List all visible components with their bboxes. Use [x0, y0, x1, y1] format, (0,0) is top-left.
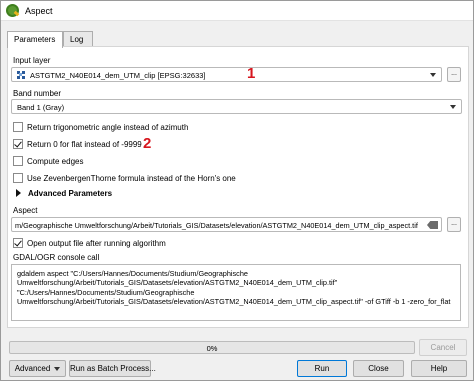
progress-bar: 0%: [9, 341, 415, 354]
tab-parameters[interactable]: Parameters: [7, 31, 63, 48]
tab-log[interactable]: Log: [63, 31, 93, 47]
zevenbergen-label: Use ZevenbergenThorne formula instead of…: [27, 174, 236, 183]
advanced-button-label: Advanced: [14, 364, 51, 373]
open-output-checkbox[interactable]: [13, 238, 23, 248]
dropdown-arrow-icon: [450, 105, 456, 109]
advanced-button[interactable]: Advanced: [9, 360, 66, 377]
band-number-label: Band number: [13, 89, 62, 98]
open-output-label: Open output file after running algorithm: [27, 239, 166, 248]
aspect-output-label: Aspect: [13, 206, 38, 215]
help-button[interactable]: Help: [411, 360, 467, 377]
cancel-button[interactable]: Cancel: [419, 339, 467, 356]
annotation-1: 1: [247, 65, 256, 82]
zero-for-flat-label: Return 0 for flat instead of -9999: [27, 140, 142, 149]
window-title: Aspect: [25, 6, 53, 16]
trig-angle-checkbox[interactable]: [13, 122, 23, 132]
aspect-dialog: Aspect Parameters Log Input layer ASTGTM…: [0, 0, 474, 381]
dropdown-arrow-icon: [430, 73, 436, 77]
dropdown-arrow-icon: [54, 366, 61, 371]
annotation-2: 2: [143, 135, 152, 152]
input-layer-browse-button[interactable]: ...: [447, 67, 461, 82]
compute-edges-label: Compute edges: [27, 157, 84, 166]
band-number-combo[interactable]: Band 1 (Gray): [11, 99, 462, 114]
aspect-output-path-field[interactable]: m/Geographische Umweltforschung/Arbeit/T…: [11, 217, 442, 232]
qgis-logo-icon: [6, 4, 19, 17]
compute-edges-checkbox[interactable]: [13, 156, 23, 166]
progress-text: 0%: [206, 344, 218, 353]
advanced-parameters-toggle[interactable]: Advanced Parameters: [28, 189, 112, 198]
zero-for-flat-checkbox[interactable]: [13, 139, 23, 149]
run-button[interactable]: Run: [297, 360, 347, 377]
aspect-output-path-value: m/Geographische Umweltforschung/Arbeit/T…: [15, 221, 418, 230]
title-bar: Aspect: [1, 1, 473, 21]
aspect-output-browse-button[interactable]: ...: [447, 217, 461, 232]
run-as-batch-button[interactable]: Run as Batch Process...: [69, 360, 156, 377]
console-label: GDAL/OGR console call: [13, 253, 100, 262]
console-call-text: gdaldem aspect "C:/Users/Hannes/Document…: [17, 269, 451, 307]
zevenbergen-checkbox[interactable]: [13, 173, 23, 183]
expand-triangle-icon[interactable]: [16, 189, 21, 197]
raster-layer-icon: [17, 71, 25, 79]
console-call-box[interactable]: gdaldem aspect "C:/Users/Hannes/Document…: [11, 264, 461, 321]
input-layer-combo[interactable]: ASTGTM2_N40E014_dem_UTM_clip [EPSG:32633…: [11, 67, 442, 82]
input-layer-label: Input layer: [13, 56, 51, 65]
band-number-value: Band 1 (Gray): [17, 103, 65, 112]
trig-angle-label: Return trigonometric angle instead of az…: [27, 123, 189, 132]
input-layer-value: ASTGTM2_N40E014_dem_UTM_clip [EPSG:32633…: [30, 71, 206, 80]
close-button[interactable]: Close: [353, 360, 404, 377]
clear-text-icon[interactable]: [427, 221, 438, 229]
